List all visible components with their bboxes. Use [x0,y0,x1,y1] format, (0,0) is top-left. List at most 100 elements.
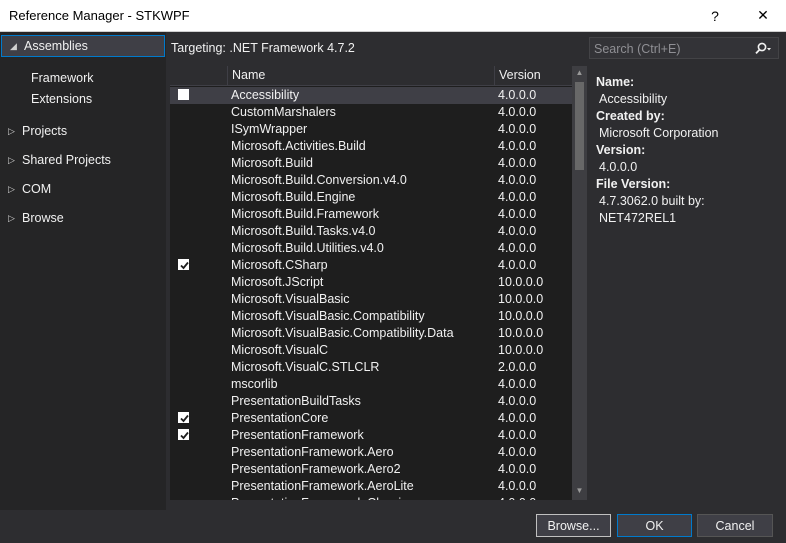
table-row[interactable]: PresentationFramework.AeroLite 4.0.0.0 [170,478,572,495]
ok-button[interactable]: OK [617,514,692,537]
help-button[interactable]: ? [692,0,738,31]
row-name: ISymWrapper [231,122,308,136]
row-checkbox[interactable] [178,242,189,253]
browse-button[interactable]: Browse... [536,514,611,537]
table-row[interactable]: PresentationFramework.Aero2 4.0.0.0 [170,461,572,478]
table-row[interactable]: Microsoft.JScript 10.0.0.0 [170,274,572,291]
row-checkbox[interactable] [178,208,189,219]
row-checkbox[interactable] [178,293,189,304]
row-version: 4.0.0.0 [498,224,537,238]
row-checkbox[interactable] [178,463,189,474]
row-checkbox[interactable] [178,174,189,185]
table-row[interactable]: Microsoft.VisualC.STLCLR 2.0.0.0 [170,359,572,376]
table-row[interactable]: PresentationFramework 4.0.0.0 [170,427,572,444]
row-version: 10.0.0.0 [498,309,544,323]
row-checkbox[interactable] [178,225,189,236]
row-checkbox[interactable] [178,446,189,457]
row-checkbox[interactable] [178,157,189,168]
table-row[interactable]: Microsoft.Build 4.0.0.0 [170,155,572,172]
tree-item-browse[interactable]: ▷ Browse [0,207,166,229]
row-checkbox[interactable] [178,140,189,151]
row-name: Microsoft.VisualBasic.Compatibility.Data [231,326,454,340]
row-checkbox[interactable] [178,395,189,406]
row-checkbox[interactable] [178,276,189,287]
row-checkbox[interactable] [178,497,189,500]
tree-item-label: Projects [22,124,68,138]
expanded-arrow-icon: ◢ [10,40,17,51]
row-name: Microsoft.VisualC.STLCLR [231,360,380,374]
close-button[interactable]: ✕ [740,0,786,31]
row-version: 4.0.0.0 [498,173,537,187]
row-name: mscorlib [231,377,278,391]
table-row[interactable]: Microsoft.Build.Utilities.v4.0 4.0.0.0 [170,240,572,257]
row-checkbox[interactable] [178,89,189,100]
tree-item-label: Browse [22,211,64,225]
list-header: Name Version [170,66,572,86]
table-row[interactable]: ISymWrapper 4.0.0.0 [170,121,572,138]
detail-created-value: Microsoft Corporation [599,126,719,140]
assembly-list: Name Version Accessibility 4.0.0.0 CustomM… [170,66,572,500]
search-button[interactable] [750,39,776,58]
table-row[interactable]: Microsoft.VisualC 10.0.0.0 [170,342,572,359]
detail-name-label: Name: [596,75,635,89]
row-version: 4.0.0.0 [498,122,537,136]
table-row[interactable]: Microsoft.VisualBasic.Compatibility 10.0.… [170,308,572,325]
table-row[interactable]: Microsoft.Build.Framework 4.0.0.0 [170,206,572,223]
scroll-down-icon[interactable]: ▼ [572,486,587,498]
tree-item-extensions[interactable]: Extensions [0,88,166,110]
table-row[interactable]: Microsoft.Activities.Build 4.0.0.0 [170,138,572,155]
table-row[interactable]: Microsoft.VisualBasic.Compatibility.Data… [170,325,572,342]
row-version: 4.0.0.0 [498,462,537,476]
collapsed-arrow-icon: ▷ [8,212,15,223]
row-checkbox[interactable] [178,429,189,440]
scroll-thumb[interactable] [575,82,584,170]
tree-item-framework[interactable]: Framework [0,67,166,89]
table-row[interactable]: CustomMarshalers 4.0.0.0 [170,104,572,121]
cancel-button[interactable]: Cancel [697,514,773,537]
table-row[interactable]: PresentationFramework.Aero 4.0.0.0 [170,444,572,461]
vertical-scrollbar[interactable]: ▲ ▼ [572,66,587,500]
tree-item-projects[interactable]: ▷ Projects [0,120,166,142]
table-row[interactable]: Microsoft.CSharp 4.0.0.0 [170,257,572,274]
row-version: 4.0.0.0 [498,394,537,408]
table-row[interactable]: Accessibility 4.0.0.0 [170,87,572,104]
row-checkbox[interactable] [178,327,189,338]
column-header-name[interactable]: Name [227,66,495,85]
search-input[interactable] [590,38,756,60]
row-name: PresentationBuildTasks [231,394,361,408]
table-row[interactable]: Microsoft.Build.Conversion.v4.0 4.0.0.0 [170,172,572,189]
tree-item-com[interactable]: ▷ COM [0,178,166,200]
row-checkbox[interactable] [178,344,189,355]
row-checkbox[interactable] [178,480,189,491]
column-header-version[interactable]: Version [494,66,564,85]
tree-item-label: Framework [31,71,94,85]
search-box [589,37,779,60]
table-row[interactable]: PresentationCore 4.0.0.0 [170,410,572,427]
targeting-label: Targeting: .NET Framework 4.7.2 [171,41,355,55]
row-name: Microsoft.JScript [231,275,324,289]
table-row[interactable]: Microsoft.Build.Engine 4.0.0.0 [170,189,572,206]
row-version: 10.0.0.0 [498,326,544,340]
collapsed-arrow-icon: ▷ [8,125,15,136]
row-checkbox[interactable] [178,123,189,134]
row-checkbox[interactable] [178,412,189,423]
row-checkbox[interactable] [178,361,189,372]
row-checkbox[interactable] [178,310,189,321]
row-checkbox[interactable] [178,106,189,117]
table-row[interactable]: Microsoft.Build.Tasks.v4.0 4.0.0.0 [170,223,572,240]
category-tree: ◢ Assemblies Framework Extensions ▷ Proj… [0,32,166,510]
table-row[interactable]: mscorlib 4.0.0.0 [170,376,572,393]
row-checkbox[interactable] [178,191,189,202]
row-version: 10.0.0.0 [498,275,544,289]
row-version: 2.0.0.0 [498,360,537,374]
tree-item-assemblies[interactable]: ◢ Assemblies [1,35,165,57]
row-name: Microsoft.VisualBasic [231,292,350,306]
table-row[interactable]: PresentationBuildTasks 4.0.0.0 [170,393,572,410]
scroll-up-icon[interactable]: ▲ [572,68,587,80]
table-row[interactable]: PresentationFramework.Classic 4.0.0.0 [170,495,572,500]
tree-item-shared-projects[interactable]: ▷ Shared Projects [0,149,166,171]
row-checkbox[interactable] [178,378,189,389]
table-row[interactable]: Microsoft.VisualBasic 10.0.0.0 [170,291,572,308]
row-checkbox[interactable] [178,259,189,270]
row-name: Microsoft.Build [231,156,313,170]
